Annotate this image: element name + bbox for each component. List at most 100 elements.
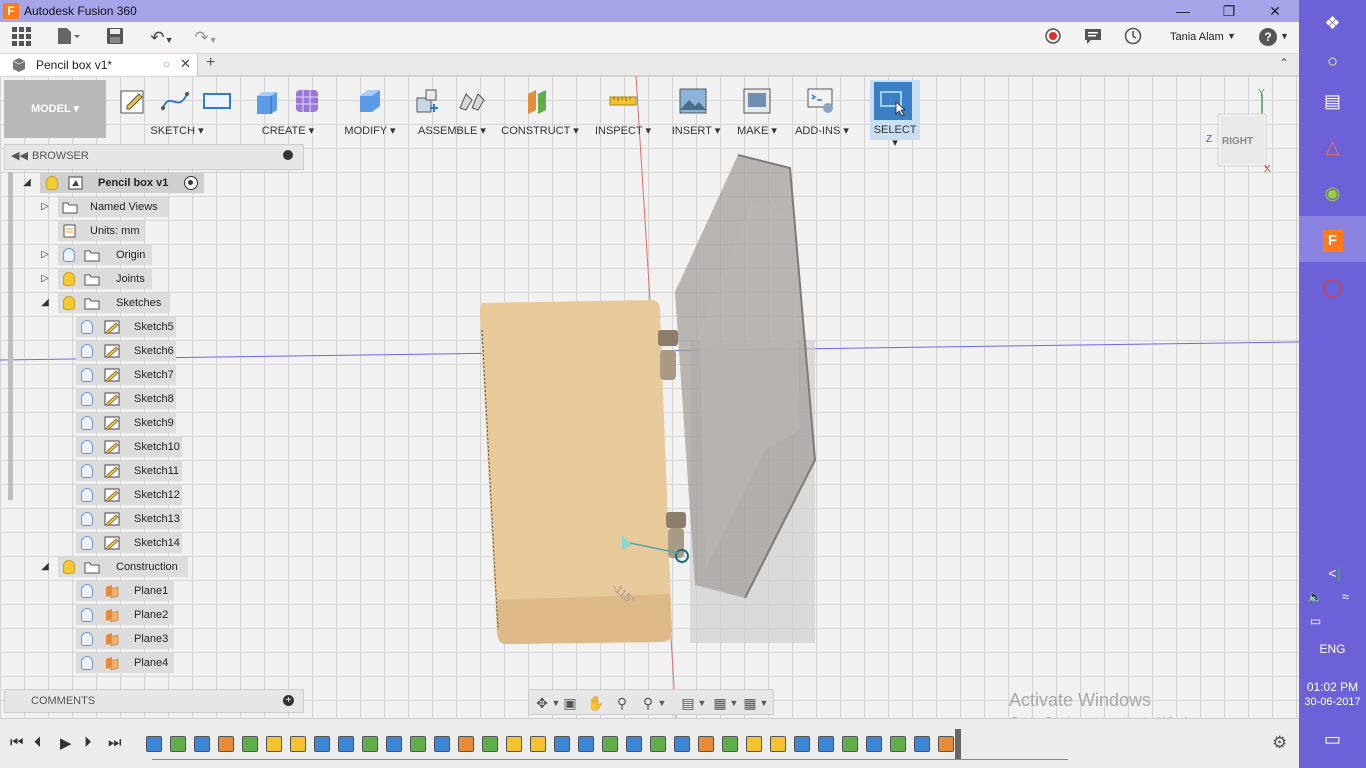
view-cube[interactable]: RIGHT Z X Y	[1204, 88, 1276, 175]
create-group[interactable]: CREATE ▾	[248, 80, 328, 140]
timeline-feature-icon[interactable]	[746, 736, 762, 752]
autodesk-app-icon[interactable]: △	[1299, 124, 1366, 170]
timeline-feature-icon[interactable]	[290, 736, 306, 752]
step-back-icon[interactable]: ⏴	[34, 734, 42, 751]
make-group[interactable]: MAKE ▾	[732, 80, 782, 140]
offset-plane-icon[interactable]	[524, 86, 554, 116]
user-dropdown-icon[interactable]: ▼	[1227, 31, 1236, 41]
tree-item-sketch[interactable]: Sketch12	[76, 485, 182, 505]
visibility-bulb-icon[interactable]	[63, 296, 75, 310]
timeline-feature-icon[interactable]	[722, 736, 738, 752]
visibility-bulb-icon[interactable]	[81, 512, 93, 526]
activate-radio-icon[interactable]	[184, 176, 198, 190]
chrome-icon[interactable]: ◯	[1299, 264, 1366, 310]
tree-item-sketches[interactable]: ◢ Sketches	[41, 293, 170, 313]
language-indicator[interactable]: ENG	[1299, 642, 1366, 656]
tree-item-construction[interactable]: ◢ Construction	[41, 557, 188, 577]
restore-button[interactable]: ❐	[1206, 0, 1252, 22]
expand-triangle-icon[interactable]: ▷	[38, 272, 52, 286]
timeline-feature-icon[interactable]	[218, 736, 234, 752]
timeline-feature-icon[interactable]	[626, 736, 642, 752]
insert-group[interactable]: INSERT ▾	[666, 80, 726, 140]
timeline-feature-icon[interactable]	[506, 736, 522, 752]
insert-image-icon[interactable]	[678, 86, 708, 116]
tree-item-sketch[interactable]: Sketch13	[76, 509, 182, 529]
timeline-feature-icon[interactable]	[674, 736, 690, 752]
press-pull-icon[interactable]	[354, 86, 384, 116]
tab-pencil-box[interactable]: Pencil box v1* ○ ✕	[0, 54, 198, 76]
visibility-bulb-icon[interactable]	[63, 560, 75, 574]
tree-root[interactable]: ◢ Pencil box v1	[23, 173, 204, 193]
wifi-icon[interactable]: ≈	[1329, 574, 1362, 620]
save-icon[interactable]	[104, 26, 126, 50]
spline-icon[interactable]	[160, 86, 190, 116]
timeline-feature-icon[interactable]	[410, 736, 426, 752]
timeline-feature-icon[interactable]	[482, 736, 498, 752]
select-group[interactable]: SELECT ▾	[870, 80, 920, 149]
undo-icon[interactable]: ↶▼	[144, 26, 180, 50]
visibility-bulb-icon[interactable]	[81, 344, 93, 358]
tree-item-origin[interactable]: ▷ Origin	[41, 245, 152, 265]
redo-icon[interactable]: ↷▼	[188, 26, 224, 50]
play-icon[interactable]: ▶	[60, 734, 72, 752]
tree-item-joints[interactable]: ▷ Joints	[41, 269, 152, 289]
tree-item-sketch[interactable]: Sketch7	[76, 365, 176, 385]
go-to-end-icon[interactable]: ⏭	[108, 734, 122, 751]
add-ins-group[interactable]: ADD-INS ▾	[794, 80, 850, 140]
new-component-icon[interactable]	[412, 86, 442, 116]
inspect-group[interactable]: INSPECT ▾	[592, 80, 654, 140]
tree-item-plane[interactable]: Plane1	[76, 581, 174, 601]
tree-item-sketch[interactable]: Sketch6	[76, 341, 176, 361]
fit-dropdown-icon[interactable]: ▼	[653, 694, 671, 712]
visibility-bulb-icon[interactable]	[81, 368, 93, 382]
sketch-group[interactable]: SKETCH ▾	[112, 80, 242, 140]
timeline-feature-icon[interactable]	[314, 736, 330, 752]
tree-item-sketch[interactable]: Sketch10	[76, 437, 182, 457]
fusion-taskbar-icon[interactable]: F	[1299, 216, 1366, 262]
mesh-form-icon[interactable]	[292, 86, 322, 116]
timeline-feature-icon[interactable]	[794, 736, 810, 752]
tree-item-units[interactable]: Units: mm	[58, 221, 144, 241]
3d-print-icon[interactable]	[742, 86, 772, 116]
data-panel-grid-icon[interactable]	[10, 26, 32, 50]
timeline-feature-icon[interactable]	[818, 736, 834, 752]
timeline-feature-icon[interactable]	[698, 736, 714, 752]
comments-panel-header[interactable]: COMMENTS +	[4, 689, 304, 713]
browser-collapse-icon[interactable]: ◀◀	[11, 149, 28, 162]
timeline-feature-icon[interactable]	[362, 736, 378, 752]
assemble-group[interactable]: ASSEMBLE ▾	[410, 80, 494, 140]
timeline-feature-icon[interactable]	[578, 736, 594, 752]
timeline-feature-icon[interactable]	[602, 736, 618, 752]
user-name[interactable]: Tania Alam	[1170, 31, 1224, 43]
rectangle-sketch-icon[interactable]	[202, 86, 232, 116]
help-icon[interactable]: ?	[1259, 28, 1277, 46]
extrude-icon[interactable]	[252, 86, 282, 116]
visibility-bulb-icon[interactable]	[81, 320, 93, 334]
collapse-triangle-icon[interactable]: ◢	[38, 296, 52, 310]
comment-icon[interactable]	[1082, 26, 1104, 50]
tree-item-sketch[interactable]: Sketch11	[76, 461, 182, 481]
modify-group[interactable]: MODIFY ▾	[338, 80, 402, 140]
timeline-feature-icon[interactable]	[842, 736, 858, 752]
joint-icon[interactable]	[456, 86, 486, 116]
job-status-clock-icon[interactable]	[1122, 26, 1144, 50]
timeline-feature-icon[interactable]	[338, 736, 354, 752]
timeline-feature-icon[interactable]	[938, 736, 954, 752]
construct-group[interactable]: CONSTRUCT ▾	[500, 80, 580, 140]
zoom-icon[interactable]: ⚲	[613, 694, 631, 712]
visibility-bulb-icon[interactable]	[63, 248, 75, 262]
create-sketch-icon[interactable]	[118, 86, 148, 116]
minimize-button[interactable]: —	[1160, 0, 1206, 22]
visibility-bulb-icon[interactable]	[81, 584, 93, 598]
timeline-feature-icon[interactable]	[266, 736, 282, 752]
expand-triangle-icon[interactable]: ▷	[38, 200, 52, 214]
collapse-triangle-icon[interactable]: ◢	[38, 560, 52, 574]
action-center-icon[interactable]: ▭	[1299, 716, 1366, 762]
tree-item-sketch[interactable]: Sketch14	[76, 533, 182, 553]
display-dropdown-icon[interactable]: ▼	[693, 694, 711, 712]
timeline-feature-icon[interactable]	[770, 736, 786, 752]
measure-icon[interactable]	[608, 86, 638, 116]
visibility-bulb-icon[interactable]	[63, 272, 75, 286]
visibility-bulb-icon[interactable]	[81, 392, 93, 406]
task-view-icon[interactable]: ▤	[1299, 78, 1366, 124]
